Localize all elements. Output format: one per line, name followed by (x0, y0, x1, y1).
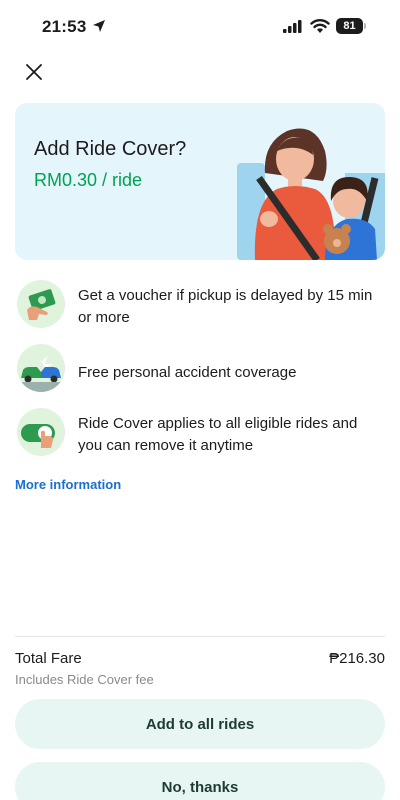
more-information-link[interactable]: More information (15, 477, 121, 492)
battery-tip (364, 23, 366, 29)
benefit-accident-text: Free personal accident coverage (78, 364, 297, 381)
no-thanks-button[interactable]: No, thanks (15, 762, 385, 800)
family-seatbelt-illustration (237, 128, 385, 260)
banner-title: Add Ride Cover? (34, 138, 187, 160)
banner-price: RM0.30 / ride (34, 170, 143, 190)
status-time: 21:53 (42, 17, 87, 36)
cellular-signal-icon (283, 20, 302, 33)
benefit-voucher: Get a voucher if pickup is delayed by 15… (15, 278, 385, 342)
add-to-all-rides-button[interactable]: Add to all rides (15, 699, 385, 749)
benefit-remove-anytime: Ride Cover applies to all eligible rides… (15, 406, 385, 470)
toggle-switch-icon (17, 408, 65, 456)
status-bar: 21:53 81 (0, 0, 400, 54)
battery-indicator: 81 (336, 18, 366, 34)
battery-level: 81 (336, 18, 363, 34)
total-fare-value: ₱216.30 (329, 650, 385, 667)
voucher-icon (17, 280, 65, 328)
wifi-icon (310, 19, 330, 33)
accident-car-icon (17, 344, 65, 392)
location-arrow-icon (93, 20, 105, 32)
total-fare-label: Total Fare (15, 650, 82, 667)
close-button[interactable] (20, 58, 48, 86)
divider (15, 636, 385, 637)
benefit-remove-text: Ride Cover applies to all eligible rides… (78, 415, 358, 454)
benefits-list: Get a voucher if pickup is delayed by 15… (15, 278, 385, 470)
benefit-voucher-text: Get a voucher if pickup is delayed by 15… (78, 287, 373, 326)
close-icon (26, 64, 42, 80)
ride-cover-banner: Add Ride Cover? RM0.30 / ride (15, 103, 385, 260)
benefit-accident-coverage: Free personal accident coverage (15, 342, 385, 406)
fare-note: Includes Ride Cover fee (15, 672, 154, 687)
